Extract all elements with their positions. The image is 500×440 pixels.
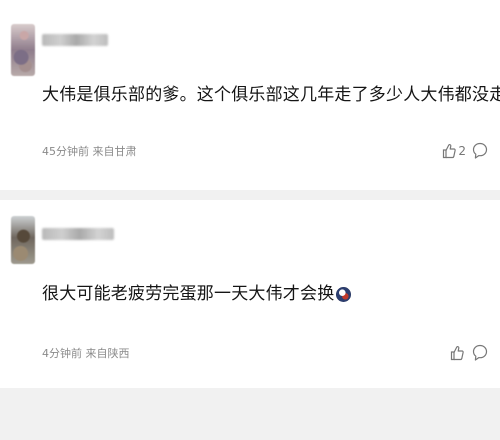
comment-text: 大伟是俱乐部的爹。这个俱乐部这几年走了多少人大伟都没走 [42,83,500,107]
like-button[interactable]: 2 [442,141,466,161]
comment-bubble-icon [472,344,488,362]
comment-text: 很大可能老疲劳完蛋那一天大伟才会换 [42,282,456,306]
thumbs-up-icon [450,345,464,361]
username[interactable] [42,228,114,240]
football-emoji-icon [336,287,352,302]
comment-meta: 4分钟前 来自陕西 [42,347,130,361]
comment-item: 大伟是俱乐部的爹。这个俱乐部这几年走了多少人大伟都没走 45分钟前 来自甘肃 2 [0,0,500,190]
like-button[interactable] [450,343,466,363]
reply-button[interactable] [472,142,488,160]
comment-item: 很大可能老疲劳完蛋那一天大伟才会换 4分钟前 来自陕西 [0,200,500,388]
reply-button[interactable] [472,344,488,362]
comment-list: 大伟是俱乐部的爹。这个俱乐部这几年走了多少人大伟都没走 45分钟前 来自甘肃 2 [0,0,500,440]
comment-body: 大伟是俱乐部的爹。这个俱乐部这几年走了多少人大伟都没走 [42,85,500,105]
avatar[interactable] [11,216,35,264]
comment-location: 来自陕西 [85,347,130,360]
comment-bubble-icon [472,142,488,160]
avatar[interactable] [11,24,35,76]
thumbs-up-icon [442,143,457,159]
comment-time: 45分钟前 [42,145,89,158]
divider [0,190,500,200]
comment-time: 4分钟前 [42,347,82,360]
comment-body: 很大可能老疲劳完蛋那一天大伟才会换 [42,284,335,304]
like-count: 2 [458,144,466,158]
comment-meta: 45分钟前 来自甘肃 [42,145,137,159]
comment-location: 来自甘肃 [92,145,137,158]
username[interactable] [42,34,108,46]
